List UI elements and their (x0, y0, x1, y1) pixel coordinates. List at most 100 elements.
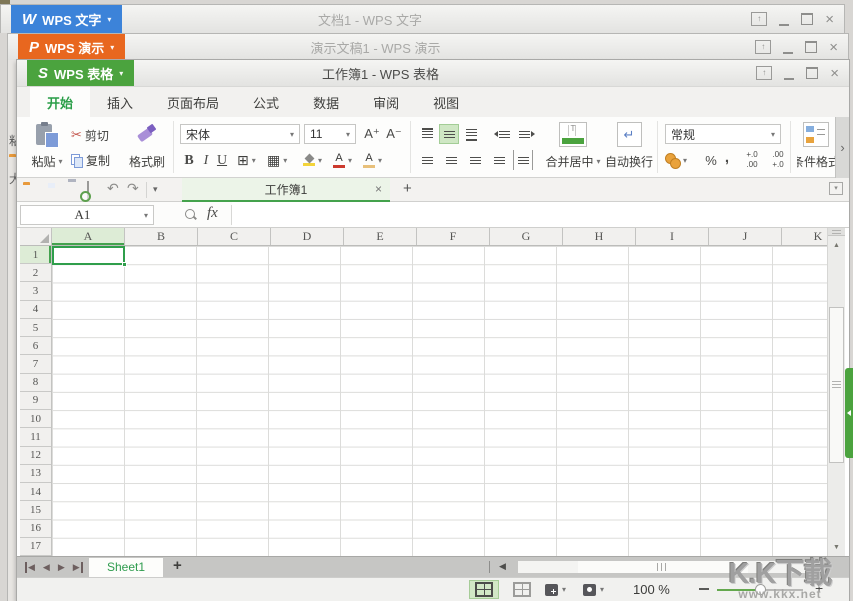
align-bottom-button[interactable] (461, 124, 481, 144)
maximize-icon[interactable] (801, 13, 813, 25)
cut-button[interactable]: ✂ 剪切 (71, 127, 109, 143)
name-box[interactable]: A1 ▾ (20, 205, 154, 225)
row-header[interactable]: 1 (20, 246, 51, 264)
new-tab-button[interactable]: + (403, 180, 412, 197)
collapse-window-icon[interactable]: ↑ (756, 66, 772, 80)
column-header[interactable]: J (709, 228, 782, 245)
select-all-corner[interactable] (20, 228, 52, 246)
chevron-down-icon[interactable]: ▾ (59, 157, 63, 166)
tab-view[interactable]: 视图 (416, 87, 476, 117)
font-size-select[interactable]: 11 ▾ (304, 124, 356, 144)
paste-button[interactable]: 粘贴▾ (25, 120, 69, 172)
align-middle-button[interactable] (439, 124, 459, 144)
chevron-down-icon[interactable]: ▾ (144, 211, 148, 220)
column-header[interactable]: G (490, 228, 563, 245)
column-header[interactable]: F (417, 228, 490, 245)
next-sheet-icon[interactable]: ▶ (58, 562, 65, 573)
tab-insert[interactable]: 插入 (90, 87, 150, 117)
maximize-icon[interactable] (805, 41, 817, 53)
zoom-slider[interactable] (717, 589, 803, 591)
column-header[interactable]: I (636, 228, 709, 245)
collapse-window-icon[interactable]: ↑ (751, 12, 767, 26)
hscroll-left-icon[interactable]: ◀ (499, 561, 506, 572)
decrease-decimal-button[interactable]: .00 +.0 (767, 148, 789, 172)
wrap-text-button[interactable]: ↵ 自动换行 (605, 120, 653, 172)
row-header[interactable]: 15 (20, 501, 51, 519)
copy-button[interactable]: 复制 (71, 152, 110, 168)
close-icon[interactable]: × (830, 66, 839, 81)
row-header[interactable]: 3 (20, 282, 51, 300)
row-header[interactable]: 11 (20, 428, 51, 446)
selected-cell-outline[interactable] (52, 246, 125, 265)
row-header[interactable]: 16 (20, 520, 51, 538)
row-header[interactable]: 17 (20, 538, 51, 556)
chevron-down-icon[interactable]: ▾ (252, 156, 256, 165)
distribute-button[interactable] (513, 150, 533, 170)
document-tab[interactable]: 工作簿1 × (182, 178, 390, 202)
increase-decimal-button[interactable]: +.0 .00 (741, 148, 763, 172)
page-break-view-button[interactable] (507, 580, 537, 599)
font-color-button[interactable]: A ▾ (333, 150, 352, 171)
split-handle[interactable] (828, 228, 845, 236)
scroll-down-button[interactable]: ▼ (828, 539, 845, 556)
minimize-icon[interactable] (779, 13, 789, 26)
collapse-window-icon[interactable]: ↑ (755, 40, 771, 54)
zoom-out-button[interactable] (699, 588, 709, 590)
ribbon-collapse-icon[interactable]: ▾ (829, 182, 843, 195)
tab-formulas[interactable]: 公式 (236, 87, 296, 117)
conditional-format-button[interactable]: 条件格式 (797, 120, 835, 172)
decrease-indent-button[interactable] (491, 124, 513, 144)
currency-format-button[interactable]: ▾ (665, 150, 687, 171)
first-sheet-icon[interactable]: ◀ (25, 562, 35, 573)
italic-button[interactable]: I (199, 151, 213, 170)
draw-border-button[interactable]: ▦ ▾ (267, 151, 287, 170)
close-icon[interactable]: × (825, 12, 834, 27)
formula-input[interactable] (232, 202, 849, 227)
cell-grid[interactable] (52, 246, 827, 556)
last-sheet-icon[interactable]: ▶ (73, 562, 83, 573)
grow-font-button[interactable]: A⁺ (362, 124, 382, 144)
row-header[interactable]: 5 (20, 319, 51, 337)
comma-format-button[interactable]: , (721, 147, 733, 167)
hscroll-right-icon[interactable]: ▶ (812, 560, 820, 571)
bold-button[interactable]: B (181, 151, 197, 170)
row-header[interactable]: 4 (20, 301, 51, 319)
close-icon[interactable]: × (829, 40, 838, 55)
insert-function-button[interactable]: fx (207, 205, 218, 222)
row-header[interactable]: 10 (20, 410, 51, 428)
add-sheet-button[interactable]: + (173, 557, 182, 574)
percent-format-button[interactable]: % (703, 150, 719, 170)
row-header[interactable]: 2 (20, 264, 51, 282)
align-top-button[interactable] (417, 124, 437, 144)
merge-center-button[interactable]: T 合并居中▾ (543, 120, 603, 172)
increase-indent-button[interactable] (516, 124, 538, 144)
sheet-tab[interactable]: Sheet1 (89, 558, 163, 577)
customize-toolbar-icon[interactable]: ▾ (153, 184, 158, 195)
chevron-down-icon[interactable]: ▾ (318, 156, 322, 165)
row-header[interactable]: 12 (20, 447, 51, 465)
column-header[interactable]: A (52, 228, 125, 245)
tab-review[interactable]: 审阅 (356, 87, 416, 117)
minimize-icon[interactable] (783, 41, 793, 54)
normal-view-button[interactable] (469, 580, 499, 599)
scrollbar-thumb[interactable] (578, 561, 748, 573)
justify-button[interactable] (489, 150, 509, 170)
row-header[interactable]: 14 (20, 483, 51, 501)
vertical-scrollbar[interactable]: ▲ ▼ (827, 228, 845, 556)
chevron-down-icon[interactable]: ▾ (597, 157, 601, 166)
character-shading-button[interactable]: A ▾ (363, 150, 382, 171)
column-header[interactable]: B (125, 228, 198, 245)
number-format-select[interactable]: 常规 ▾ (665, 124, 781, 144)
column-header[interactable]: E (344, 228, 417, 245)
tab-home[interactable]: 开始 (30, 87, 90, 117)
row-header[interactable]: 7 (20, 355, 51, 373)
chevron-down-icon[interactable]: ▾ (683, 156, 687, 165)
underline-button[interactable]: U (215, 151, 229, 170)
borders-button[interactable]: ⊞ ▾ (237, 151, 256, 170)
font-family-select[interactable]: 宋体 ▾ (180, 124, 300, 144)
horizontal-scrollbar[interactable] (517, 560, 809, 574)
fill-color-button[interactable]: ▾ (303, 150, 322, 171)
tab-page-layout[interactable]: 页面布局 (150, 87, 236, 117)
row-header[interactable]: 9 (20, 392, 51, 410)
chevron-down-icon[interactable]: ▾ (562, 585, 566, 594)
